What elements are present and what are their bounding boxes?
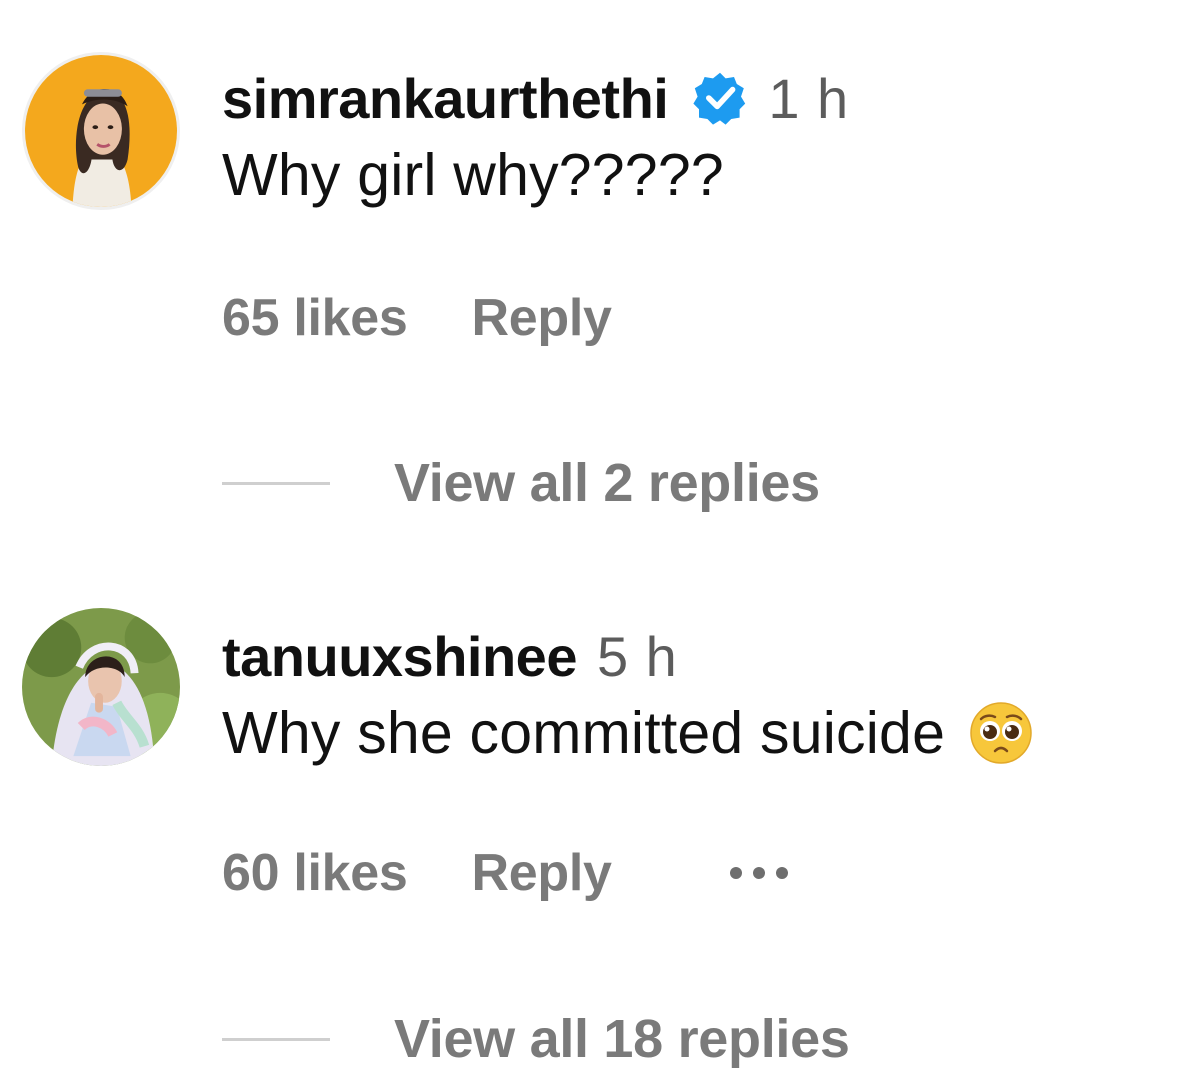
comment-text-line: Why she committed suicide xyxy=(222,694,1033,772)
reply-button[interactable]: Reply xyxy=(472,288,612,348)
view-replies-button[interactable]: View all 18 replies xyxy=(222,1008,850,1070)
comment-body: tanuuxshinee 5 h Why she committed suici… xyxy=(222,618,1033,772)
likes-count[interactable]: 60 likes xyxy=(222,843,408,903)
view-replies-button[interactable]: View all 2 replies xyxy=(222,452,820,514)
pleading-face-icon xyxy=(969,701,1033,765)
comment-actions: 65 likes Reply xyxy=(222,288,612,348)
comment-time: 5 h xyxy=(596,624,678,688)
comment-text-line: Why girl why????? xyxy=(222,136,849,214)
replies-divider xyxy=(222,1037,330,1041)
avatar[interactable] xyxy=(22,52,180,210)
comment-text: Why she committed suicide xyxy=(222,700,946,766)
avatar[interactable] xyxy=(22,608,180,766)
comment-time: 1 h xyxy=(768,66,850,130)
view-replies-label: View all 18 replies xyxy=(394,1009,850,1069)
username[interactable]: simrankaurthethi xyxy=(222,66,669,131)
avatar-image xyxy=(25,55,177,207)
comment-actions: 60 likes Reply xyxy=(222,843,788,903)
reply-button[interactable]: Reply xyxy=(472,843,612,903)
dot xyxy=(752,867,765,879)
likes-count[interactable]: 65 likes xyxy=(222,288,408,348)
comment-body: simrankaurthethi 1 h Why girl why????? xyxy=(222,60,849,214)
avatar-image xyxy=(22,608,180,766)
comment-header: simrankaurthethi 1 h xyxy=(222,60,849,136)
comment-text: Why girl why????? xyxy=(222,142,724,208)
comments-list: simrankaurthethi 1 h Why girl why????? 6… xyxy=(0,0,1200,1092)
username[interactable]: tanuuxshinee xyxy=(222,624,577,689)
more-options-icon[interactable] xyxy=(729,867,788,879)
comment-header: tanuuxshinee 5 h xyxy=(222,618,1033,694)
dot xyxy=(729,867,742,879)
verified-badge-icon xyxy=(692,70,748,126)
view-replies-label: View all 2 replies xyxy=(394,453,820,513)
dot xyxy=(775,867,788,879)
replies-divider xyxy=(222,481,330,485)
